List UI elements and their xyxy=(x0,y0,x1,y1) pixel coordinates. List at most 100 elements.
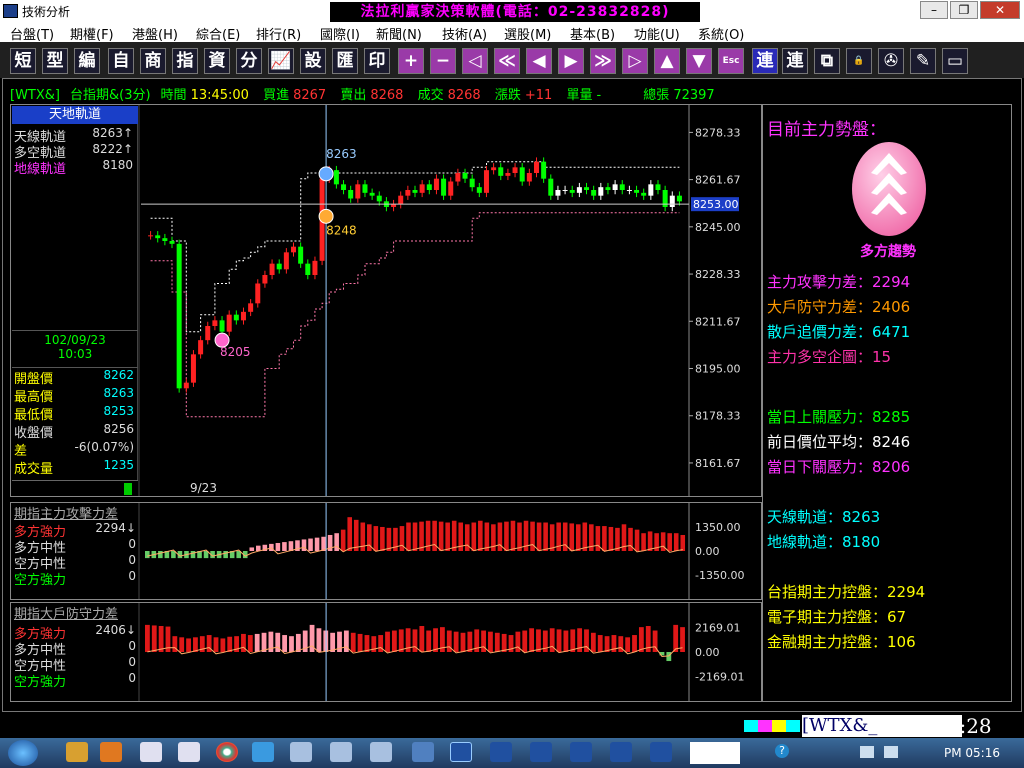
toolbar-button-11[interactable]: 印 xyxy=(364,48,390,74)
toolbar-button-23[interactable]: 連 xyxy=(752,48,778,74)
toolbar-button-28[interactable]: ✎ xyxy=(910,48,936,74)
attack-bar xyxy=(504,521,509,551)
toolbar-button-26[interactable]: 🔒 xyxy=(846,48,872,74)
toolbar-button-18[interactable]: ≫ xyxy=(590,48,616,74)
candle-body xyxy=(419,184,425,193)
toolbar-button-12[interactable]: + xyxy=(398,48,424,74)
menu-item-6[interactable]: 新聞(N) xyxy=(376,24,422,43)
toolbar-button-24[interactable]: 連 xyxy=(782,48,808,74)
menu-item-0[interactable]: 台盤(T) xyxy=(10,24,54,43)
chart-taskbar-icon-6[interactable] xyxy=(650,742,672,762)
trend-metric-label: 散戶追價力差： xyxy=(767,323,873,341)
toolbar-button-4[interactable]: 商 xyxy=(140,48,166,74)
ie-taskbar-icon[interactable] xyxy=(252,742,274,762)
toolbar-button-7[interactable]: 分 xyxy=(236,48,262,74)
toolbar-button-13[interactable]: − xyxy=(430,48,456,74)
chart-taskbar-icon-2[interactable] xyxy=(490,742,512,762)
toolbar-button-10[interactable]: 匯 xyxy=(332,48,358,74)
toolbar-button-20[interactable]: ▲ xyxy=(654,48,680,74)
chart-taskbar-icon-1[interactable] xyxy=(450,742,472,762)
toolbar-button-22[interactable]: Esc xyxy=(718,48,744,74)
toolbar-button-0[interactable]: 短 xyxy=(10,48,36,74)
app-taskbar-icon-2[interactable] xyxy=(330,742,352,762)
candle-body xyxy=(312,260,318,275)
menu-item-5[interactable]: 國際(I) xyxy=(320,24,360,43)
candle xyxy=(162,233,168,246)
toolbar-button-9[interactable]: 設 xyxy=(300,48,326,74)
trend-metric-2: 散戶追價力差：6471 xyxy=(767,321,910,342)
candle-body xyxy=(398,195,404,205)
trend-panel: 目前主力勢盤： 多方趨勢 主力攻擊力差：2294 大戶防守力差：2406 散戶追價力… xyxy=(762,104,1012,702)
volume-icon[interactable] xyxy=(884,746,898,758)
defense-row-4-label: 空方強力 xyxy=(14,675,67,690)
defense-bar xyxy=(151,625,157,652)
toolbar-button-5[interactable]: 指 xyxy=(172,48,198,74)
menu-item-9[interactable]: 基本(B) xyxy=(570,24,615,43)
toolbar-button-15[interactable]: ≪ xyxy=(494,48,520,74)
toolbar-button-1[interactable]: 型 xyxy=(42,48,68,74)
defense-bar xyxy=(247,635,253,652)
toolbar-button-17[interactable]: ▶ xyxy=(558,48,584,74)
attack-indicator-panel[interactable]: 1350.00 0.00 -1350.00 xyxy=(10,502,762,600)
app-taskbar-icon-4[interactable] xyxy=(412,742,434,762)
toolbar-button-16[interactable]: ◀ xyxy=(526,48,552,74)
candle-body xyxy=(269,263,275,275)
defense-indicator-panel[interactable]: 2169.01 0.00 -2169.01 xyxy=(10,602,762,702)
toolbar-button-27[interactable]: ✇ xyxy=(878,48,904,74)
candle-body xyxy=(533,161,539,173)
media-taskbar-icon[interactable] xyxy=(100,742,122,762)
app-taskbar-icon-3[interactable] xyxy=(370,742,392,762)
candle-body xyxy=(305,263,311,275)
toolbar-button-2[interactable]: 編 xyxy=(74,48,100,74)
candle-body xyxy=(519,167,525,182)
network-icon[interactable] xyxy=(860,746,874,758)
ime-indicator[interactable]: 中 xyxy=(708,744,722,764)
toolbar-button-25[interactable]: ⧉ xyxy=(814,48,840,74)
menu-item-10[interactable]: 功能(U) xyxy=(634,24,680,43)
defense-bar xyxy=(158,626,164,652)
scroll-strip[interactable] xyxy=(12,480,138,496)
toolbar-button-3[interactable]: 自 xyxy=(108,48,134,74)
help-icon[interactable]: ? xyxy=(775,744,789,758)
menu-item-4[interactable]: 排行(R) xyxy=(256,24,301,43)
window-taskbar-icon-2[interactable] xyxy=(178,742,200,762)
toolbar-button-19[interactable]: ▷ xyxy=(622,48,648,74)
menu-item-1[interactable]: 期權(F) xyxy=(70,24,114,43)
close-button[interactable]: ✕ xyxy=(980,1,1020,19)
toolbar-button-29[interactable]: ▭ xyxy=(942,48,968,74)
maximize-button[interactable]: ❐ xyxy=(950,1,978,19)
chart-taskbar-icon-3[interactable] xyxy=(530,742,552,762)
menu-item-7[interactable]: 技術(A) xyxy=(442,24,487,43)
minimize-button[interactable]: – xyxy=(920,1,948,19)
app-taskbar-icon-1[interactable] xyxy=(290,742,312,762)
attack-bar xyxy=(575,524,581,551)
trend-metric-value: 6471 xyxy=(872,323,911,341)
trend-metric-5: 前日價位平均：8246 xyxy=(767,431,910,452)
menu-item-3[interactable]: 綜合(E) xyxy=(196,24,240,43)
menu-item-2[interactable]: 港盤(H) xyxy=(132,24,178,43)
toolbar-button-8[interactable]: 📈 xyxy=(268,48,294,74)
candle-body xyxy=(198,340,204,355)
chart-taskbar-icon-4[interactable] xyxy=(570,742,592,762)
toolbar-button-21[interactable]: ▼ xyxy=(686,48,712,74)
quote-name: 台指期&(3分) xyxy=(69,88,151,103)
candle-body xyxy=(362,184,368,193)
toolbar-button-6[interactable]: 資 xyxy=(204,48,230,74)
toolbar-button-14[interactable]: ◁ xyxy=(462,48,488,74)
window-taskbar-icon-1[interactable] xyxy=(140,742,162,762)
start-button[interactable] xyxy=(8,740,38,766)
explorer-taskbar-icon[interactable] xyxy=(66,742,88,762)
defense-bar xyxy=(193,637,198,652)
chrome-taskbar-icon[interactable] xyxy=(216,742,238,762)
menu-item-8[interactable]: 選股(M) xyxy=(504,24,551,43)
candle xyxy=(391,199,397,212)
defense-bar xyxy=(529,628,535,652)
candle xyxy=(498,163,504,181)
y-tick-label-4: 8211.67 xyxy=(695,315,741,328)
attack-bar xyxy=(190,551,196,559)
defense-bar xyxy=(460,632,466,652)
scroll-thumb[interactable] xyxy=(124,483,132,495)
attack-bar xyxy=(340,529,346,551)
chart-taskbar-icon-5[interactable] xyxy=(610,742,632,762)
menu-item-11[interactable]: 系統(O) xyxy=(698,24,744,43)
